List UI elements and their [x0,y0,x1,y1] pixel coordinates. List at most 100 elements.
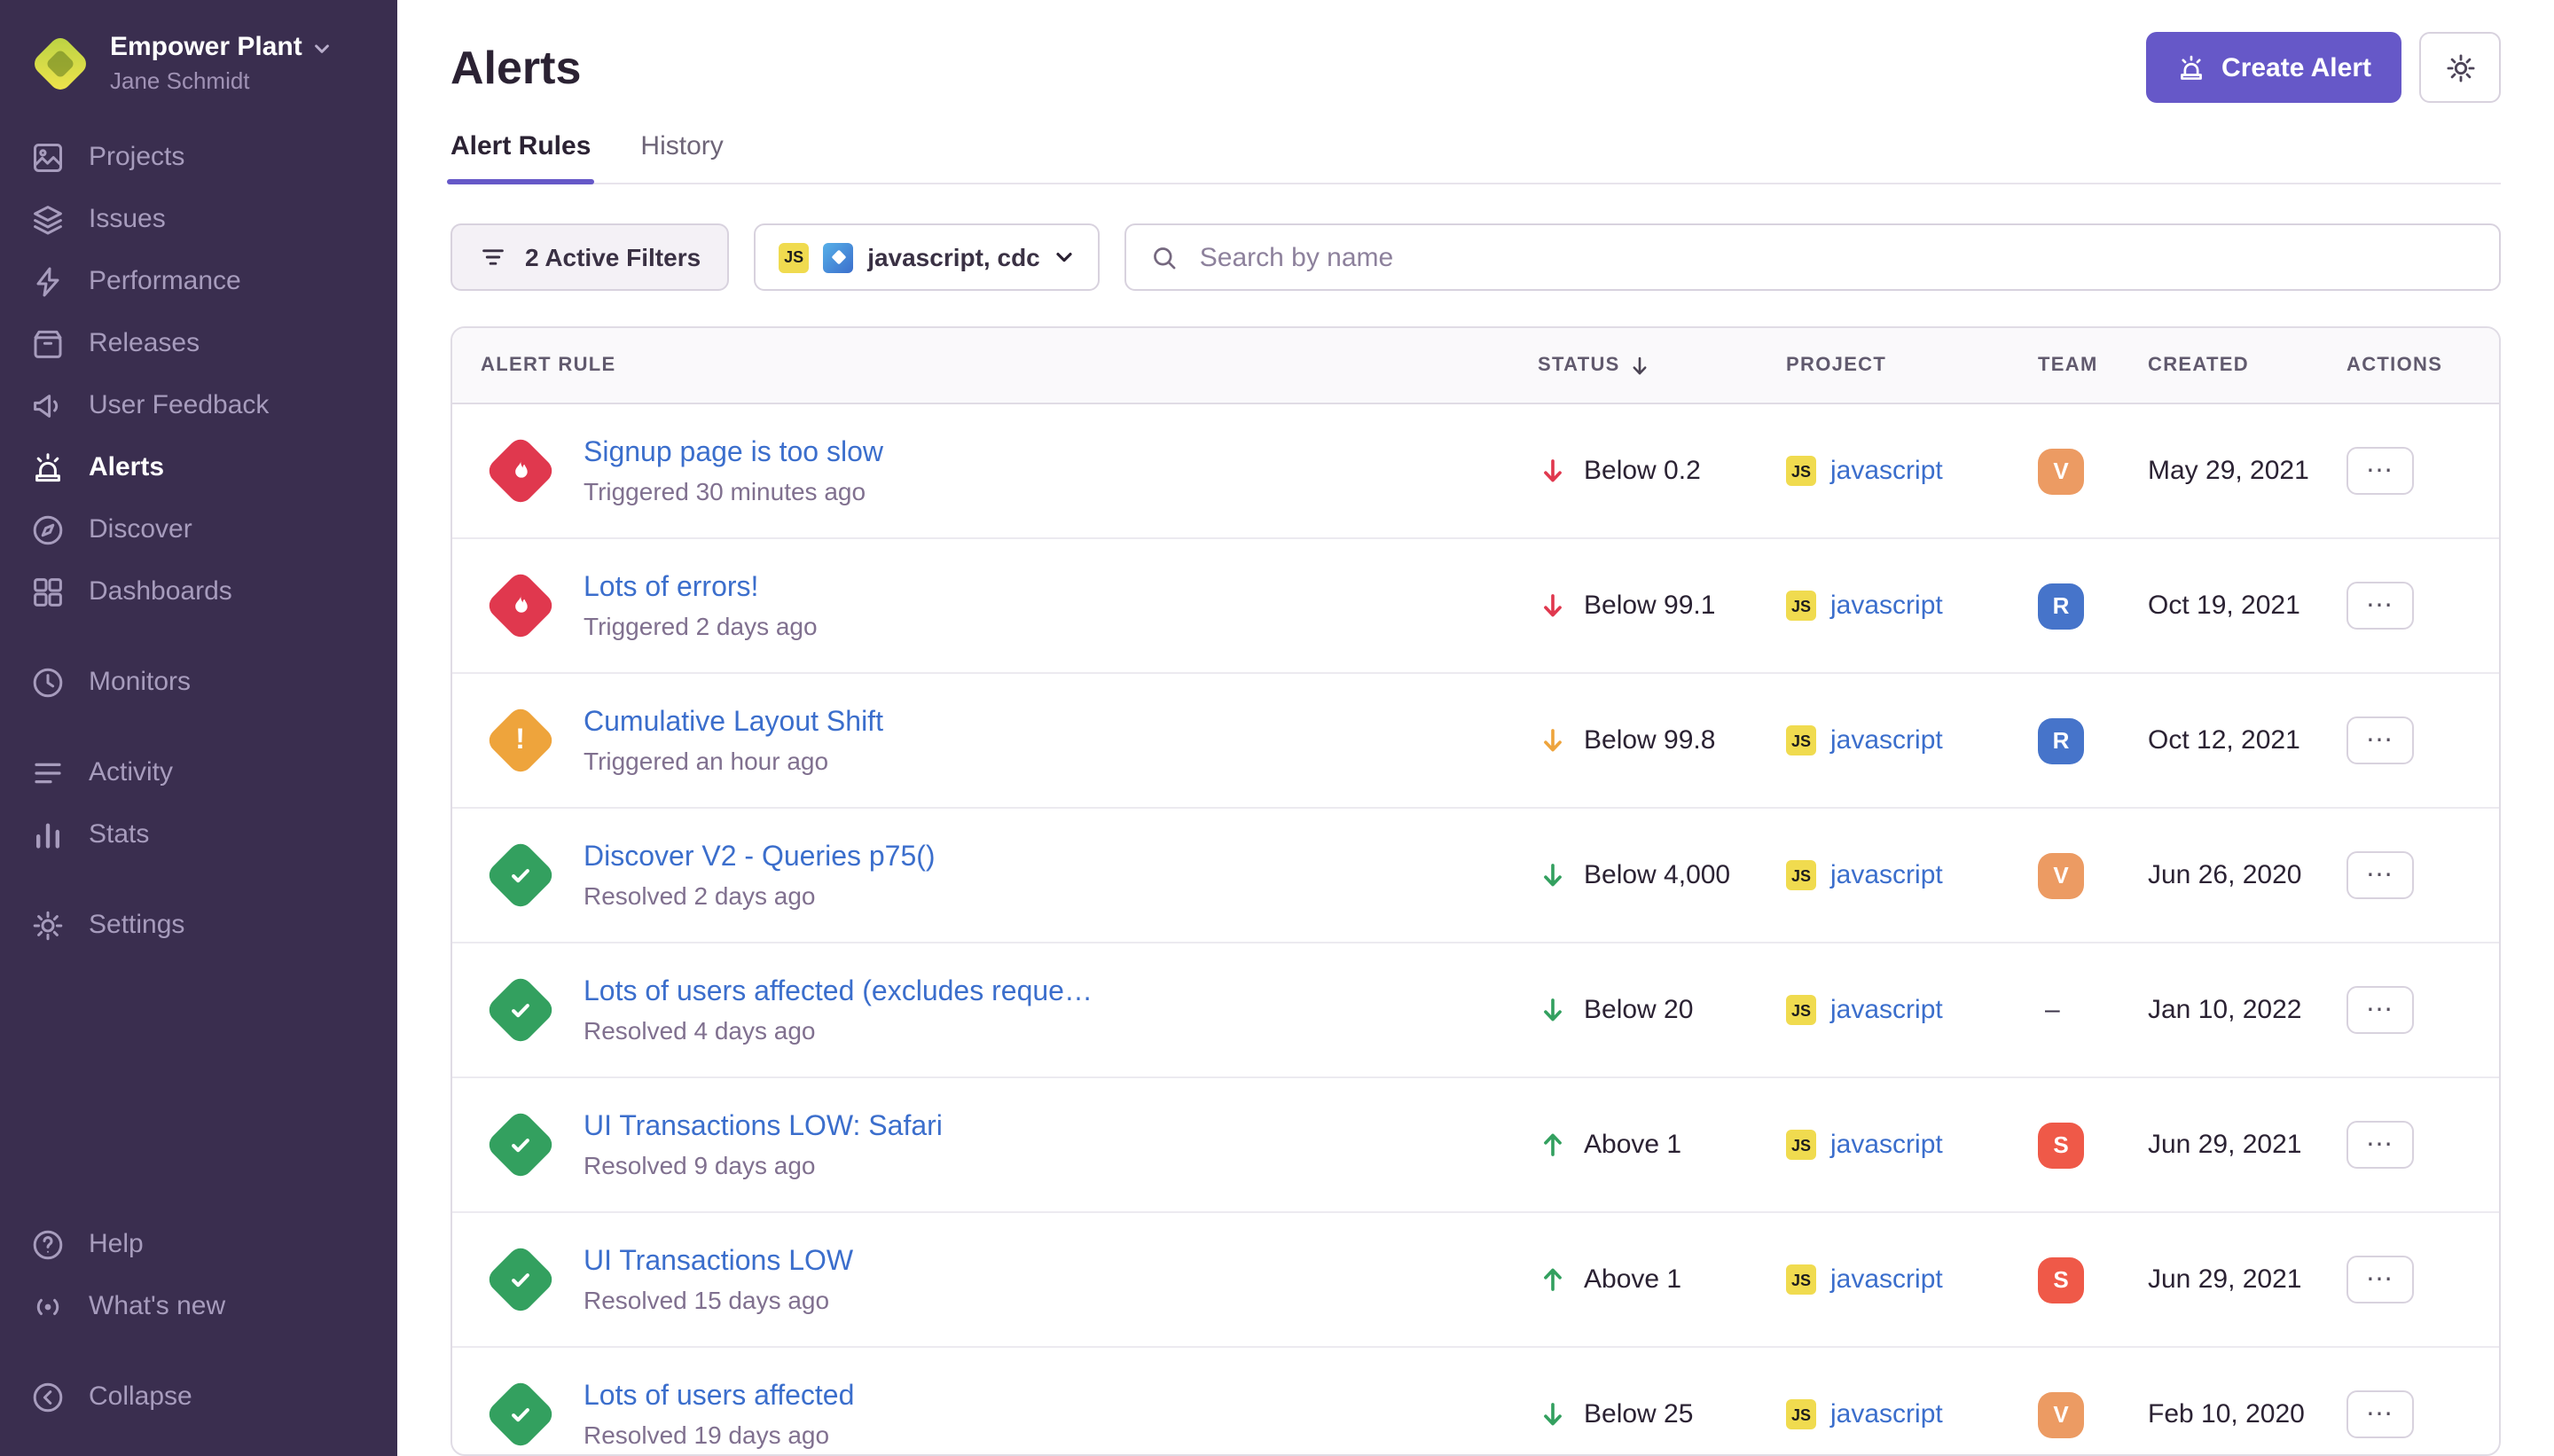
chevron-down-icon [313,38,333,58]
tab-history[interactable]: History [640,131,723,183]
row-actions-button[interactable]: … [2346,851,2414,899]
no-team-dash: – [2038,994,2060,1024]
javascript-platform-icon: JS [1786,456,1816,486]
project-link[interactable]: javascript [1830,1264,1943,1295]
created-date: Jun 26, 2020 [2148,860,2346,890]
trend-down-icon [1538,456,1568,486]
status-threshold: Below 0.2 [1584,456,1701,486]
project-link[interactable]: javascript [1830,456,1943,486]
alert-rules-table: ALERT RULESTATUSPROJECTTEAMCREATEDACTION… [450,326,2501,1456]
ellipsis-icon: … [2365,852,2395,884]
ellipsis-icon: … [2365,1256,2395,1288]
sidebar-item-what-s-new[interactable]: What's new [0,1275,397,1337]
create-alert-button[interactable]: Create Alert [2145,32,2401,103]
alert-rule-link[interactable]: Signup page is too slow [584,437,883,469]
project-link[interactable]: javascript [1830,1399,1943,1429]
sidebar-item-issues[interactable]: Issues [0,188,397,250]
row-actions-button[interactable]: … [2346,1256,2414,1303]
sidebar-item-label: Stats [89,819,149,849]
project-link[interactable]: javascript [1830,1130,1943,1160]
column-header-label: CREATED [2148,355,2249,376]
column-header-created: CREATED [2148,355,2346,376]
project-filter-dropdown[interactable]: JS javascript, cdc [754,223,1101,291]
alert-rule-link[interactable]: Cumulative Layout Shift [584,707,883,739]
row-actions-button[interactable]: … [2346,716,2414,764]
resolved-status-icon [481,971,559,1049]
sidebar-item-settings[interactable]: Settings [0,894,397,956]
search-input[interactable] [1196,240,2476,274]
sidebar-item-label: Help [89,1229,144,1259]
sidebar-item-monitors[interactable]: Monitors [0,651,397,713]
alert-rule-link[interactable]: UI Transactions LOW [584,1246,853,1278]
row-actions-button[interactable]: … [2346,1121,2414,1169]
alert-rule-detail: Triggered an hour ago [584,746,883,774]
status-cell: Above 1 [1538,1130,1786,1160]
sidebar-item-dashboards[interactable]: Dashboards [0,560,397,622]
alert-rule-link[interactable]: Discover V2 - Queries p75() [584,842,936,873]
sidebar-item-releases[interactable]: Releases [0,312,397,374]
column-header-status[interactable]: STATUS [1538,354,1786,377]
tab-alert-rules[interactable]: Alert Rules [450,131,591,183]
issues-icon [30,201,66,237]
javascript-platform-icon: JS [1786,860,1816,890]
sidebar-item-user-feedback[interactable]: User Feedback [0,374,397,436]
activity-icon [30,755,66,790]
alert-rule-detail: Resolved 9 days ago [584,1150,943,1178]
row-actions-button[interactable]: … [2346,1390,2414,1438]
alert-rule-link[interactable]: Lots of errors! [584,572,818,604]
table-header-row: ALERT RULESTATUSPROJECTTEAMCREATEDACTION… [452,328,2499,404]
sidebar-item-label: Settings [89,910,184,940]
project-link[interactable]: javascript [1830,860,1943,890]
alert-rule-link[interactable]: Lots of users affected (excludes reque… [584,976,1093,1008]
ellipsis-icon: … [2365,448,2395,480]
sidebar-item-collapse[interactable]: Collapse [0,1366,397,1428]
row-actions-button[interactable]: … [2346,582,2414,630]
ellipsis-icon: … [2365,987,2395,1019]
alert-rule-link[interactable]: Lots of users affected [584,1381,854,1413]
status-threshold: Below 20 [1584,995,1693,1025]
cdc-project-icon [823,242,853,272]
sidebar-item-label: Monitors [89,667,191,697]
dashboards-icon [30,574,66,609]
javascript-platform-icon: JS [1786,725,1816,755]
row-actions-button[interactable]: … [2346,447,2414,495]
alert-rule-detail: Resolved 2 days ago [584,881,936,909]
project-link[interactable]: javascript [1830,725,1943,755]
sidebar-item-projects[interactable]: Projects [0,126,397,188]
sidebar-item-help[interactable]: Help [0,1213,397,1275]
settings-button[interactable] [2419,32,2501,103]
org-switcher[interactable]: Empower Plant Jane Schmidt [0,25,397,112]
search-bar [1125,223,2501,291]
team-cell: V [2038,852,2148,898]
javascript-platform-icon: JS [1786,1130,1816,1160]
active-filters-button[interactable]: 2 Active Filters [450,223,729,291]
filter-bar: 2 Active Filters JS javascript, cdc [450,223,2501,291]
status-cell: Below 25 [1538,1399,1786,1429]
sidebar-item-performance[interactable]: Performance [0,250,397,312]
created-date: Jun 29, 2021 [2148,1130,2346,1160]
discover-icon [30,512,66,547]
critical-status-icon [481,432,559,510]
column-header-team: TEAM [2038,355,2148,376]
team-avatar: R [2038,717,2084,763]
sidebar-item-discover[interactable]: Discover [0,498,397,560]
project-cell: JS javascript [1786,456,2038,486]
trend-up-icon [1538,1264,1568,1295]
column-header-alert-rule: ALERT RULE [481,355,1538,376]
alert-rule-row: UI Transactions LOW: Safari Resolved 9 da… [452,1078,2499,1213]
sidebar-item-label: What's new [89,1291,225,1321]
sidebar-item-activity[interactable]: Activity [0,741,397,803]
column-header-label: STATUS [1538,355,1620,376]
actions-cell: … [2346,1256,2471,1303]
row-actions-button[interactable]: … [2346,986,2414,1034]
project-link[interactable]: javascript [1830,591,1943,621]
siren-icon [2175,52,2205,82]
broadcast-icon [30,1288,66,1324]
sidebar-item-label: Projects [89,142,184,172]
sidebar-item-alerts[interactable]: Alerts [0,436,397,498]
project-link[interactable]: javascript [1830,995,1943,1025]
trend-down-icon [1538,1399,1568,1429]
alert-rule-link[interactable]: UI Transactions LOW: Safari [584,1111,943,1143]
sidebar-item-stats[interactable]: Stats [0,803,397,865]
sort-descending-icon [1629,354,1652,377]
